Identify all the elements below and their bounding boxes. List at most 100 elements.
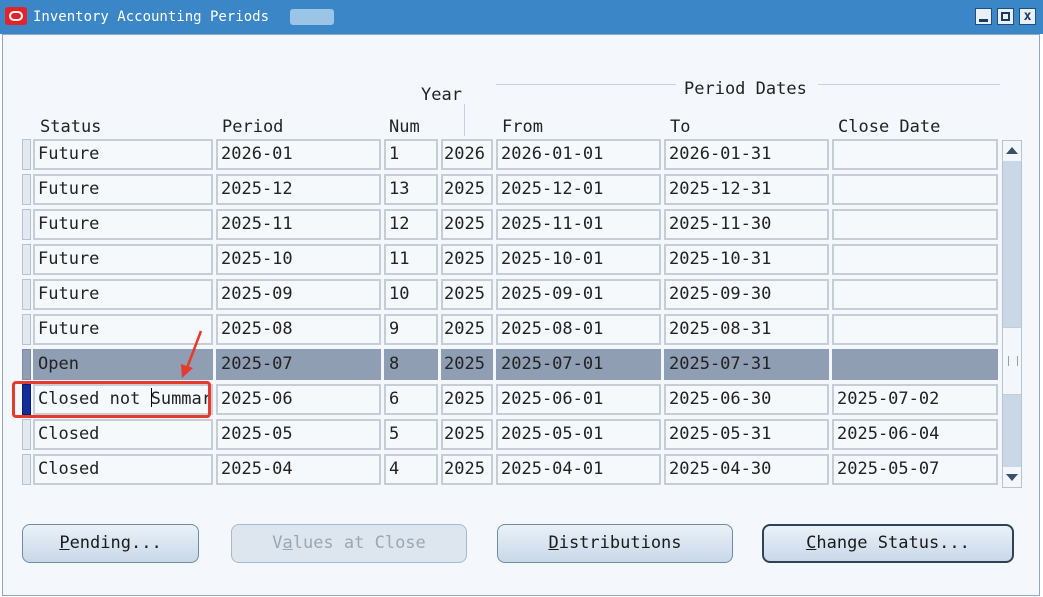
column-header-period: Period: [222, 117, 284, 137]
from-cell[interactable]: 2025-08-01: [496, 314, 661, 345]
close-date-cell[interactable]: 2025-05-07: [832, 454, 998, 485]
period-cell[interactable]: 2025-05: [216, 419, 381, 450]
period-cell[interactable]: 2025-10: [216, 244, 381, 275]
to-cell[interactable]: 2026-01-31: [664, 139, 829, 170]
scrollbar-track[interactable]: [1003, 395, 1021, 467]
window-title: Inventory Accounting Periods: [33, 9, 270, 25]
year-cell[interactable]: 2025: [441, 279, 493, 310]
year-cell[interactable]: 2025: [441, 454, 493, 485]
pending-button[interactable]: Pending...: [22, 524, 199, 563]
row-indicator[interactable]: [22, 349, 31, 380]
row-indicator[interactable]: [22, 419, 31, 450]
maximize-button[interactable]: [997, 8, 1014, 25]
year-cell[interactable]: 2025: [441, 349, 493, 380]
scroll-down-button[interactable]: [1003, 467, 1021, 487]
period-cell[interactable]: 2025-07: [216, 349, 381, 380]
from-cell[interactable]: 2025-09-01: [496, 279, 661, 310]
status-cell[interactable]: Closed: [33, 454, 213, 485]
from-cell[interactable]: 2025-10-01: [496, 244, 661, 275]
period-cell[interactable]: 2025-09: [216, 279, 381, 310]
column-header-num: Num: [389, 117, 420, 137]
redacted-title-suffix: [290, 9, 334, 25]
minimize-button[interactable]: [975, 8, 992, 25]
num-cell[interactable]: 12: [384, 209, 438, 240]
from-cell[interactable]: 2026-01-01: [496, 139, 661, 170]
title-bar[interactable]: Inventory Accounting Periods x: [0, 0, 1043, 34]
year-cell[interactable]: 2025: [441, 314, 493, 345]
close-date-cell[interactable]: [832, 279, 998, 310]
from-cell[interactable]: 2025-06-01: [496, 384, 661, 415]
period-cell[interactable]: 2025-06: [216, 384, 381, 415]
period-cell[interactable]: 2025-11: [216, 209, 381, 240]
num-cell[interactable]: 8: [384, 349, 438, 380]
status-cell[interactable]: Future: [33, 209, 213, 240]
from-cell[interactable]: 2025-04-01: [496, 454, 661, 485]
to-cell[interactable]: 2025-06-30: [664, 384, 829, 415]
close-date-cell[interactable]: [832, 314, 998, 345]
status-cell[interactable]: Future: [33, 174, 213, 205]
to-cell[interactable]: 2025-12-31: [664, 174, 829, 205]
distributions-button[interactable]: Distributions: [497, 524, 733, 563]
period-cell[interactable]: 2025-08: [216, 314, 381, 345]
from-cell[interactable]: 2025-05-01: [496, 419, 661, 450]
year-cell[interactable]: 2025: [441, 419, 493, 450]
period-cell[interactable]: 2025-04: [216, 454, 381, 485]
to-cell[interactable]: 2025-08-31: [664, 314, 829, 345]
year-cell[interactable]: 2025: [441, 174, 493, 205]
period-cell[interactable]: 2026-01: [216, 139, 381, 170]
close-date-cell[interactable]: [832, 209, 998, 240]
close-date-cell[interactable]: [832, 174, 998, 205]
close-date-cell[interactable]: 2025-07-02: [832, 384, 998, 415]
num-cell[interactable]: 11: [384, 244, 438, 275]
change-status-button[interactable]: Change Status...: [762, 524, 1014, 563]
annotation-arrow-icon: [181, 330, 203, 378]
close-date-cell[interactable]: [832, 244, 998, 275]
close-date-cell[interactable]: [832, 349, 998, 380]
from-cell[interactable]: 2025-07-01: [496, 349, 661, 380]
from-cell[interactable]: 2025-12-01: [496, 174, 661, 205]
vertical-scrollbar[interactable]: [1002, 140, 1022, 488]
num-cell[interactable]: 1: [384, 139, 438, 170]
period-cell[interactable]: 2025-12: [216, 174, 381, 205]
num-cell[interactable]: 4: [384, 454, 438, 485]
year-cell[interactable]: 2025: [441, 384, 493, 415]
close-date-cell[interactable]: 2025-06-04: [832, 419, 998, 450]
num-cell[interactable]: 6: [384, 384, 438, 415]
scrollbar-track[interactable]: [1003, 161, 1021, 327]
to-cell[interactable]: 2025-04-30: [664, 454, 829, 485]
num-cell[interactable]: 13: [384, 174, 438, 205]
year-cell[interactable]: 2025: [441, 209, 493, 240]
close-date-cell[interactable]: [832, 139, 998, 170]
row-indicator[interactable]: [22, 314, 31, 345]
row-indicator[interactable]: [22, 244, 31, 275]
close-button[interactable]: x: [1019, 8, 1036, 25]
row-indicator[interactable]: [22, 454, 31, 485]
close-icon: x: [1023, 9, 1032, 24]
scroll-up-button[interactable]: [1003, 141, 1021, 161]
status-cell[interactable]: Future: [33, 244, 213, 275]
row-indicator[interactable]: [22, 279, 31, 310]
to-cell[interactable]: 2025-07-31: [664, 349, 829, 380]
row-indicator[interactable]: [22, 174, 31, 205]
status-cell[interactable]: Closed: [33, 419, 213, 450]
column-header-close-date: Close Date: [838, 117, 941, 137]
period-dates-rule-right: [818, 84, 1000, 85]
row-indicator[interactable]: [22, 209, 31, 240]
num-cell[interactable]: 10: [384, 279, 438, 310]
to-cell[interactable]: 2025-11-30: [664, 209, 829, 240]
scrollbar-thumb[interactable]: [1003, 327, 1021, 395]
year-cell[interactable]: 2026: [441, 139, 493, 170]
num-cell[interactable]: 9: [384, 314, 438, 345]
to-cell[interactable]: 2025-05-31: [664, 419, 829, 450]
column-header-from: From: [502, 117, 543, 137]
to-cell[interactable]: 2025-09-30: [664, 279, 829, 310]
status-cell[interactable]: Future: [33, 279, 213, 310]
year-cell[interactable]: 2025: [441, 244, 493, 275]
from-cell[interactable]: 2025-11-01: [496, 209, 661, 240]
values-at-close-button[interactable]: Values at Close: [231, 524, 467, 563]
status-cell[interactable]: Future: [33, 139, 213, 170]
row-indicator[interactable]: [22, 139, 31, 170]
to-cell[interactable]: 2025-10-31: [664, 244, 829, 275]
column-header-status: Status: [40, 117, 102, 137]
num-cell[interactable]: 5: [384, 419, 438, 450]
